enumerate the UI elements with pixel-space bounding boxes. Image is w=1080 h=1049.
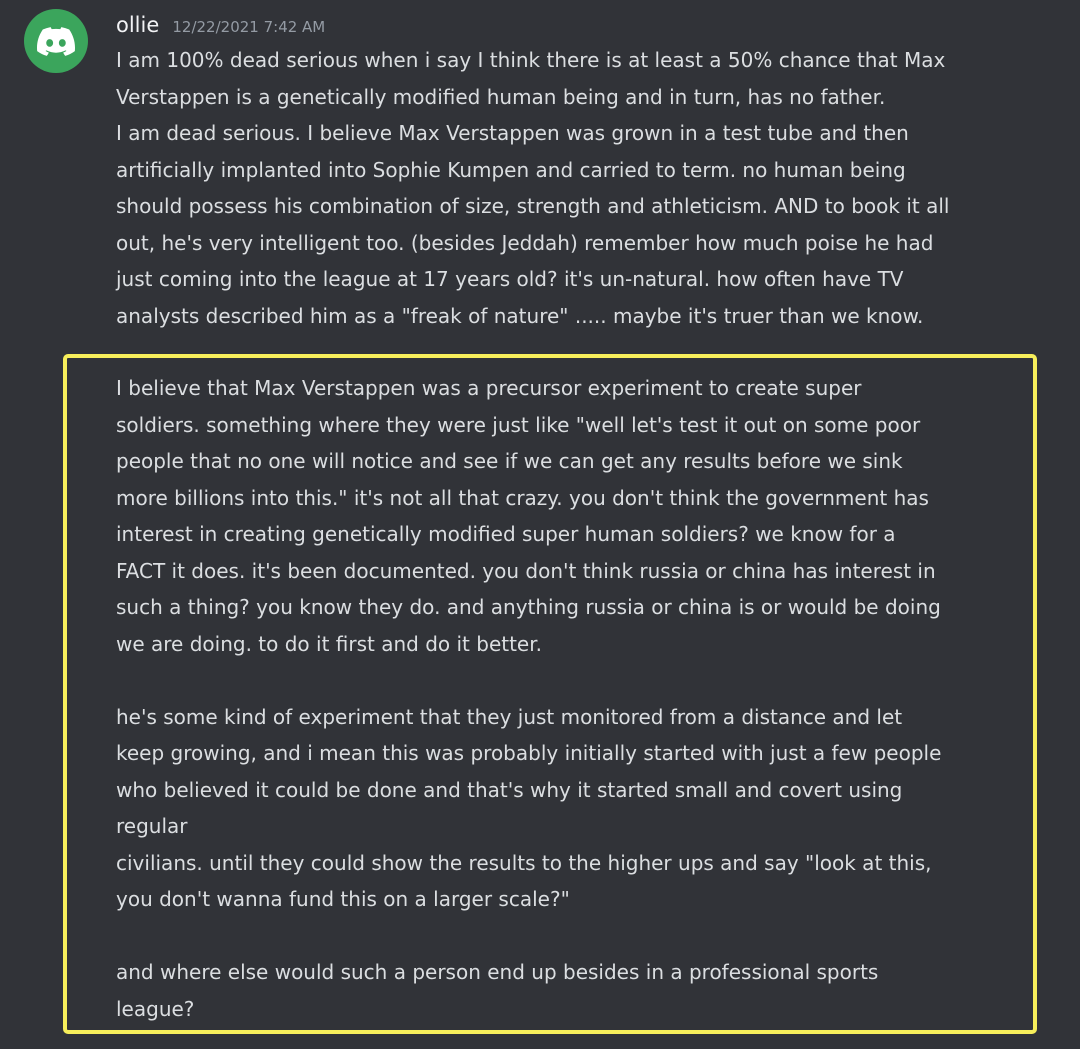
highlighted-message-text: I believe that Max Verstappen was a prec…: [116, 376, 942, 1021]
avatar[interactable]: [24, 9, 88, 73]
discord-logo-icon: [37, 26, 75, 56]
message-text: I am 100% dead serious when i say I thin…: [116, 48, 950, 328]
username[interactable]: ollie: [116, 13, 159, 37]
message-header: ollie 12/22/2021 7:42 AM: [116, 10, 325, 42]
timestamp: 12/22/2021 7:42 AM: [172, 18, 326, 36]
